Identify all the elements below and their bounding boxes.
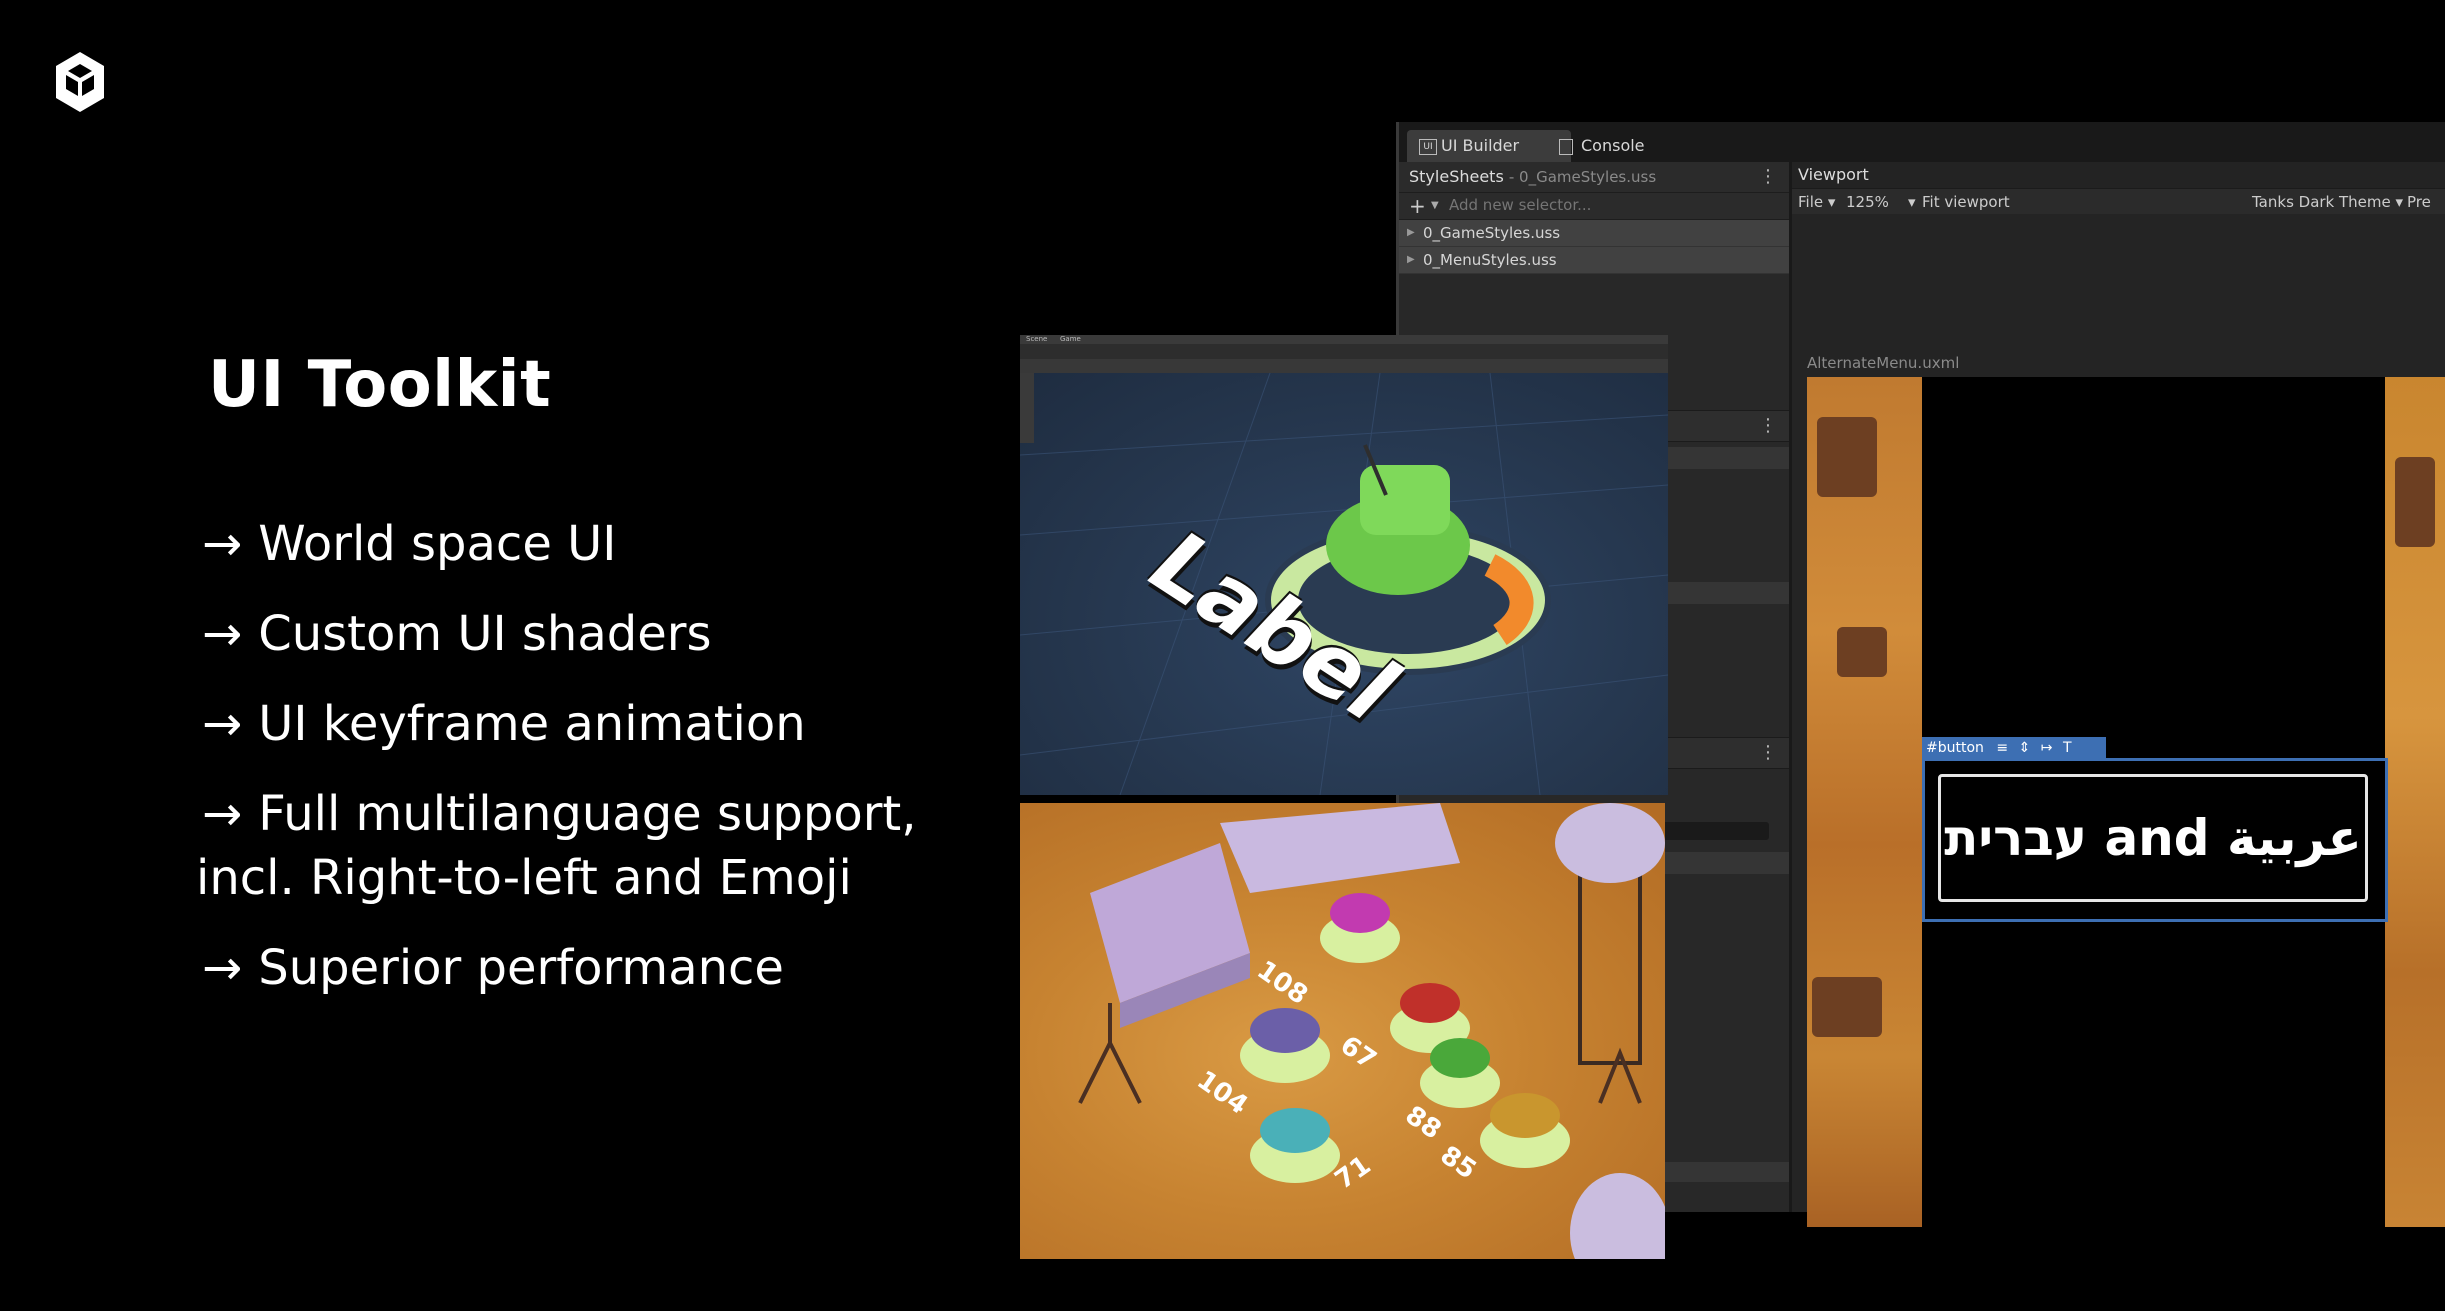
document-name: AlternateMenu.uxml xyxy=(1807,354,1960,372)
add-icon[interactable]: + xyxy=(1409,193,1426,219)
align-icon[interactable]: ≡ xyxy=(1996,740,2008,756)
stylesheets-title: StyleSheets xyxy=(1409,167,1504,186)
zoom-value: 125% xyxy=(1846,193,1889,211)
stretch-icon[interactable]: ↦ xyxy=(2041,740,2053,756)
feature-list: → World space UI → Custom UI shaders → UI k… xyxy=(196,512,982,1026)
bullet-text: UI keyframe animation xyxy=(258,696,806,752)
ui-builder-icon: UI xyxy=(1419,139,1437,155)
more-options-icon[interactable]: ⋮ xyxy=(1759,162,1777,192)
more-options-icon[interactable]: ⋮ xyxy=(1759,742,1777,763)
stylesheet-item[interactable]: ▶ 0_GameStyles.uss xyxy=(1399,220,1789,247)
rock xyxy=(1817,417,1877,497)
bullet-text: Superior performance xyxy=(258,940,784,996)
chevron-down-icon[interactable]: ▼ xyxy=(1431,193,1439,219)
expand-arrow-icon[interactable]: ▶ xyxy=(1407,247,1415,273)
unity-cube-icon xyxy=(56,52,104,112)
add-selector-input[interactable] xyxy=(1449,196,1749,214)
slide-title: UI Toolkit xyxy=(208,348,552,422)
scene-view[interactable]: Scene Game Label xyxy=(1020,335,1668,795)
multilanguage-button[interactable]: עברית and عربية xyxy=(1938,774,2368,902)
stylesheet-name: 0_GameStyles.uss xyxy=(1423,224,1561,242)
tank-magenta xyxy=(1330,893,1390,933)
fit-viewport-button[interactable]: Fit viewport xyxy=(1922,189,2010,215)
rock xyxy=(1837,627,1887,677)
bullet-performance: → Superior performance xyxy=(202,936,982,1000)
file-menu[interactable]: File ▾ xyxy=(1798,189,1835,215)
arrow-icon: → xyxy=(202,606,243,662)
viewport-title: Viewport xyxy=(1792,162,2445,189)
tank-purple xyxy=(1250,1008,1320,1053)
bullet-text: World space UI xyxy=(258,516,617,572)
text-icon[interactable]: T xyxy=(2063,740,2072,756)
viewport-panel: Viewport File ▾ 125% ▾ Fit viewport Tank… xyxy=(1792,162,2445,1227)
zoom-dropdown[interactable]: 125% ▾ xyxy=(1846,189,1916,215)
console-icon xyxy=(1559,139,1573,155)
tab-label: Console xyxy=(1581,136,1645,155)
tab-console[interactable]: Console xyxy=(1547,130,1691,162)
tab-label: UI Builder xyxy=(1441,136,1520,155)
viewport-toolbar: File ▾ 125% ▾ Fit viewport Tanks Dark Th… xyxy=(1792,189,2445,216)
game-screenshot: 108 67 104 71 88 85 xyxy=(1020,803,1665,1259)
tank-yellow xyxy=(1490,1093,1560,1138)
current-stylesheet: - 0_GameStyles.uss xyxy=(1508,168,1657,186)
preview-button[interactable]: Pre xyxy=(2407,189,2431,215)
tank-teal xyxy=(1260,1108,1330,1153)
game-canvas[interactable]: #button ≡ ⇕ ↦ T עברית and عربية xyxy=(1807,377,2445,1227)
arrow-icon: → xyxy=(202,786,243,842)
bullet-world-space: → World space UI xyxy=(202,512,982,576)
bullet-text: Custom UI shaders xyxy=(258,606,712,662)
rock xyxy=(2395,457,2435,547)
bullet-keyframe-animation: → UI keyframe animation xyxy=(202,692,982,756)
arrow-icon: → xyxy=(202,696,243,752)
desert-background xyxy=(1807,377,1922,1227)
justify-icon[interactable]: ⇕ xyxy=(2019,740,2031,756)
bullet-text: Full multilanguage support, xyxy=(258,786,917,842)
stylesheet-item[interactable]: ▶ 0_MenuStyles.uss xyxy=(1399,247,1789,274)
bullet-multilanguage: → Full multilanguage support, xyxy=(202,782,982,846)
arrow-icon: → xyxy=(202,516,243,572)
canvas-area: AlternateMenu.uxml #button ≡ ⇕ ↦ T עברית… xyxy=(1792,214,2445,1227)
bullet-text: incl. Right-to-left and Emoji xyxy=(196,850,852,906)
add-selector-row: + ▼ xyxy=(1399,193,1789,220)
bullet-multilanguage-continued: incl. Right-to-left and Emoji xyxy=(196,846,982,910)
arrow-icon: → xyxy=(202,940,243,996)
rock xyxy=(1812,977,1882,1037)
expand-arrow-icon[interactable]: ▶ xyxy=(1407,220,1415,246)
more-options-icon[interactable]: ⋮ xyxy=(1759,415,1777,436)
stylesheets-header: StyleSheets - 0_GameStyles.uss ⋮ xyxy=(1399,162,1789,193)
stylesheet-name: 0_MenuStyles.uss xyxy=(1423,251,1557,269)
tank-green xyxy=(1430,1038,1490,1078)
selector-name: #button xyxy=(1926,740,1984,756)
chevron-down-icon: ▾ xyxy=(1907,193,1916,211)
theme-dropdown[interactable]: Tanks Dark Theme ▾ xyxy=(2252,189,2403,215)
bullet-custom-shaders: → Custom UI shaders xyxy=(202,602,982,666)
editor-tab-bar: UI UI Builder Console xyxy=(1399,122,2445,163)
selection-toolbar[interactable]: #button ≡ ⇕ ↦ T xyxy=(1922,737,2106,759)
desert-background xyxy=(2385,377,2445,1227)
tank-red xyxy=(1400,983,1460,1023)
